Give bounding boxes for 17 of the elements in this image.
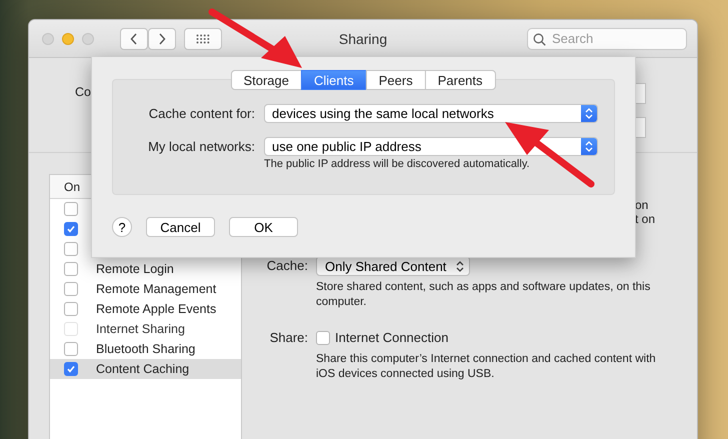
checkbox-label: Internet Connection <box>335 329 448 347</box>
share-description: Share this computer’s Internet connection and cached content with iOS devices connected using USB. <box>316 352 657 382</box>
cache-description: Store shared content, such as apps and software updates, on this computer. <box>316 280 652 310</box>
field-label: Co <box>75 85 91 99</box>
column-header-text: On <box>64 180 80 194</box>
field-label: My local networks: <box>147 138 255 156</box>
service-name: Internet Sharing <box>96 322 185 336</box>
cache-label: Cache: <box>266 257 308 275</box>
share-label: Share: <box>268 329 308 347</box>
service-name: Remote Login <box>96 262 174 276</box>
field-label: Cache content for: <box>148 105 255 123</box>
service-name: Content Caching <box>96 362 190 376</box>
service-name: Remote Management <box>96 282 216 296</box>
service-name: Bluetooth Sharing <box>96 342 196 356</box>
hint-text: The public IP address will be discovered automatically. <box>264 158 531 170</box>
service-name: Remote Apple Events <box>96 302 216 316</box>
window-title: Sharing <box>338 30 388 46</box>
